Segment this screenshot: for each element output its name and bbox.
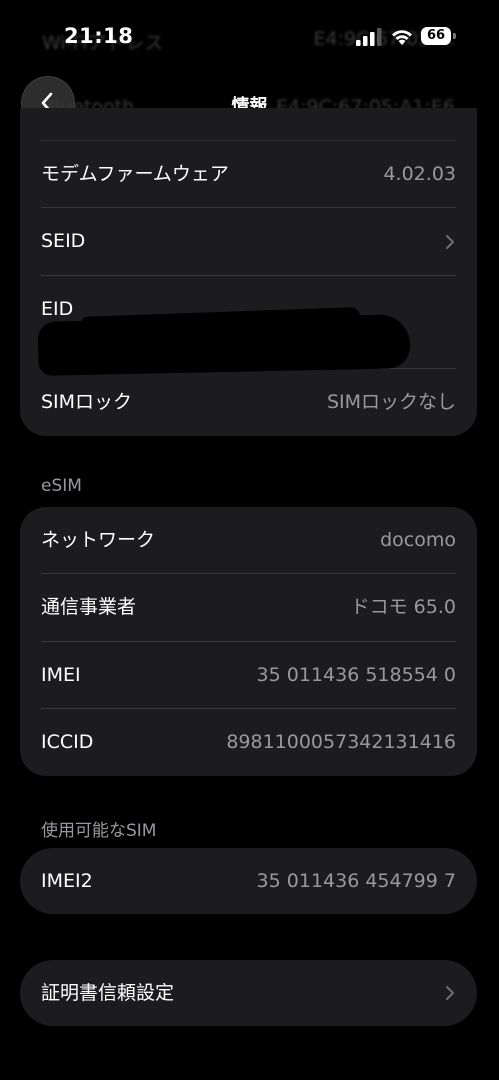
redaction-mark [37, 314, 411, 376]
row-network: ネットワーク docomo [20, 507, 477, 574]
modem-firmware-value: 4.02.03 [383, 163, 456, 185]
row-carrier: 通信事業者 ドコモ 65.0 [20, 574, 477, 641]
sim-lock-value: SIMロックなし [326, 391, 456, 413]
imei-label: IMEI [41, 664, 81, 686]
carrier-value: ドコモ 65.0 [350, 596, 456, 618]
info-card: モデムファームウェア 4.02.03 SEID EID SIMロック SIMロッ… [20, 108, 477, 436]
imei2-value: 35 011436 454799 7 [256, 870, 456, 892]
row-iccid: ICCID 8981100057342131416 [20, 709, 477, 776]
wifi-icon [392, 30, 412, 45]
cellular-signal-icon [356, 28, 382, 46]
chevron-right-icon [446, 235, 454, 249]
row-sim-lock: SIMロック SIMロックなし [20, 369, 477, 436]
modem-firmware-label: モデムファームウェア [41, 163, 229, 185]
imei2-label: IMEI2 [41, 870, 93, 892]
iccid-label: ICCID [41, 731, 94, 753]
row-modem-firmware: モデムファームウェア 4.02.03 [20, 141, 477, 208]
certificate-trust-label: 証明書信頼設定 [41, 982, 175, 1004]
sim-lock-label: SIMロック [41, 391, 133, 413]
network-label: ネットワーク [41, 529, 156, 551]
network-value: docomo [380, 529, 456, 551]
row-seid[interactable]: SEID [20, 208, 477, 275]
certificate-trust-card[interactable]: 証明書信頼設定 [20, 960, 477, 1026]
row-imei: IMEI 35 011436 518554 0 [20, 642, 477, 709]
status-bar: 21:18 66 [0, 0, 499, 76]
row-certificate-trust-settings[interactable]: 証明書信頼設定 [20, 960, 477, 1026]
screen: Wi-Fiアドレス E4:9C:67:05:... Bluetooth E4:9… [0, 0, 499, 1080]
status-time: 21:18 [64, 24, 134, 48]
seid-label: SEID [41, 230, 86, 252]
iccid-value: 8981100057342131416 [226, 731, 456, 753]
row-imei2: IMEI2 35 011436 454799 7 [20, 848, 477, 914]
chevron-right-icon [446, 986, 454, 1000]
battery-icon: 66 [421, 27, 451, 45]
battery-tip [453, 33, 456, 39]
carrier-label: 通信事業者 [41, 596, 137, 618]
esim-card: ネットワーク docomo 通信事業者 ドコモ 65.0 IMEI 35 011… [20, 507, 477, 776]
section-header-available-sim: 使用可能なSIM [41, 821, 157, 841]
available-sim-card: IMEI2 35 011436 454799 7 [20, 848, 477, 914]
eid-label: EID [41, 298, 74, 320]
section-header-esim: eSIM [41, 476, 82, 496]
imei-value: 35 011436 518554 0 [256, 664, 456, 686]
